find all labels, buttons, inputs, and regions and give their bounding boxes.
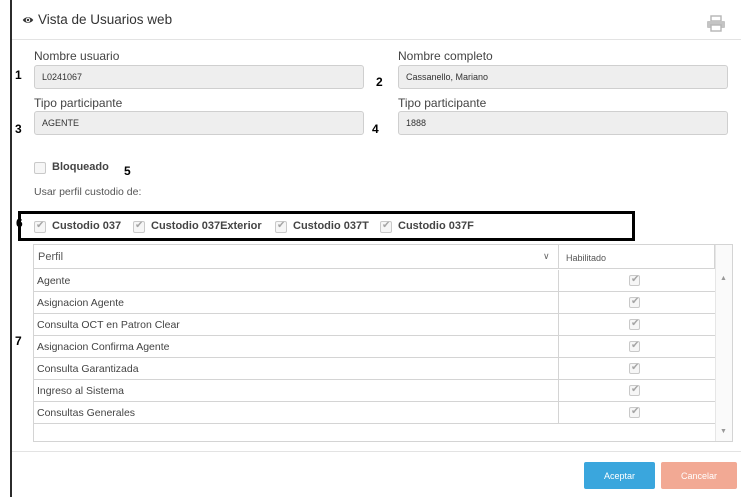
- marker-2: 2: [376, 75, 383, 89]
- nombre-usuario-field: L0241067: [34, 65, 364, 89]
- perfil-column-header[interactable]: Perfil ∨: [34, 245, 559, 269]
- table-row: Asignacion Confirma Agente: [34, 336, 715, 358]
- custodio-037f-label: Custodio 037F: [398, 220, 474, 232]
- bloqueado-label: Bloqueado: [52, 161, 109, 173]
- perfil-cell: Consultas Generales: [34, 402, 559, 424]
- scroll-down-arrow-icon[interactable]: ▼: [720, 428, 727, 435]
- nombre-usuario-label: Nombre usuario: [34, 49, 120, 63]
- habilitado-checkbox[interactable]: [629, 340, 640, 352]
- table-row: Consulta OCT en Patron Clear: [34, 314, 715, 336]
- tipo-participante-2-label: Tipo participante: [398, 96, 487, 110]
- tipo-participante-field: AGENTE: [34, 111, 364, 135]
- bloqueado-checkbox[interactable]: [34, 162, 46, 174]
- custodio-037t-label: Custodio 037T: [293, 220, 369, 232]
- custodio-037f-checkbox[interactable]: [380, 220, 392, 233]
- left-border: [10, 0, 12, 497]
- custodio-037-checkbox[interactable]: [34, 220, 46, 233]
- sort-icon[interactable]: ∨: [543, 251, 550, 262]
- habilitado-checkbox[interactable]: [629, 318, 640, 330]
- habilitado-checkbox[interactable]: [629, 406, 640, 418]
- cancelar-button[interactable]: Cancelar: [661, 462, 737, 489]
- table-row: Ingreso al Sistema: [34, 380, 715, 402]
- table-row: Consultas Generales: [34, 402, 715, 424]
- habilitado-cell: [559, 270, 715, 292]
- footer-divider: [12, 451, 741, 452]
- marker-4: 4: [372, 122, 379, 136]
- habilitado-checkbox[interactable]: [629, 362, 640, 374]
- table-row: Agente: [34, 270, 715, 292]
- perfil-cell: Consulta Garantizada: [34, 358, 559, 380]
- perfil-cell: Agente: [34, 270, 559, 292]
- tipo-participante-label: Tipo participante: [34, 96, 123, 110]
- perfil-cell: Ingreso al Sistema: [34, 380, 559, 402]
- habilitado-cell: [559, 292, 715, 314]
- perfil-cell: Asignacion Agente: [34, 292, 559, 314]
- habilitado-checkbox[interactable]: [629, 274, 640, 286]
- perfil-cell: Consulta OCT en Patron Clear: [34, 314, 559, 336]
- custodio-037t-checkbox[interactable]: [275, 220, 287, 233]
- habilitado-cell: [559, 336, 715, 358]
- habilitado-cell: [559, 380, 715, 402]
- habilitado-checkbox[interactable]: [629, 296, 640, 308]
- marker-3: 3: [15, 122, 22, 136]
- perfil-cell: Asignacion Confirma Agente: [34, 336, 559, 358]
- dialog-title: Vista de Usuarios web: [38, 12, 173, 27]
- custodio-037exterior-label: Custodio 037Exterior: [151, 220, 262, 232]
- perfil-table: Perfil ∨ Habilitado Agente Asignacion Ag…: [33, 244, 733, 442]
- table-row: Asignacion Agente: [34, 292, 715, 314]
- nombre-completo-field: Cassanello, Mariano: [398, 65, 728, 89]
- habilitado-cell: [559, 358, 715, 380]
- tipo-participante-2-field: 1888: [398, 111, 728, 135]
- custodio-037exterior-checkbox[interactable]: [133, 220, 145, 233]
- habilitado-column-header[interactable]: Habilitado: [559, 245, 715, 269]
- habilitado-checkbox[interactable]: [629, 384, 640, 396]
- aceptar-button[interactable]: Aceptar: [584, 462, 655, 489]
- habilitado-cell: [559, 402, 715, 424]
- marker-1: 1: [15, 68, 22, 82]
- perfil-header-label: Perfil: [38, 251, 64, 263]
- habilitado-cell: [559, 314, 715, 336]
- table-scrollbar[interactable]: ▲ ▼: [715, 245, 732, 441]
- nombre-completo-label: Nombre completo: [398, 49, 493, 63]
- scroll-up-arrow-icon[interactable]: ▲: [720, 275, 727, 282]
- custodio-037-label: Custodio 037: [52, 220, 122, 232]
- usar-perfil-label: Usar perfil custodio de:: [34, 186, 142, 198]
- marker-7: 7: [15, 334, 22, 348]
- table-row: Consulta Garantizada: [34, 358, 715, 380]
- eye-icon: [22, 17, 34, 23]
- marker-5: 5: [124, 164, 131, 178]
- printer-icon[interactable]: [706, 15, 726, 32]
- dialog-header: Vista de Usuarios web >: [12, 0, 741, 40]
